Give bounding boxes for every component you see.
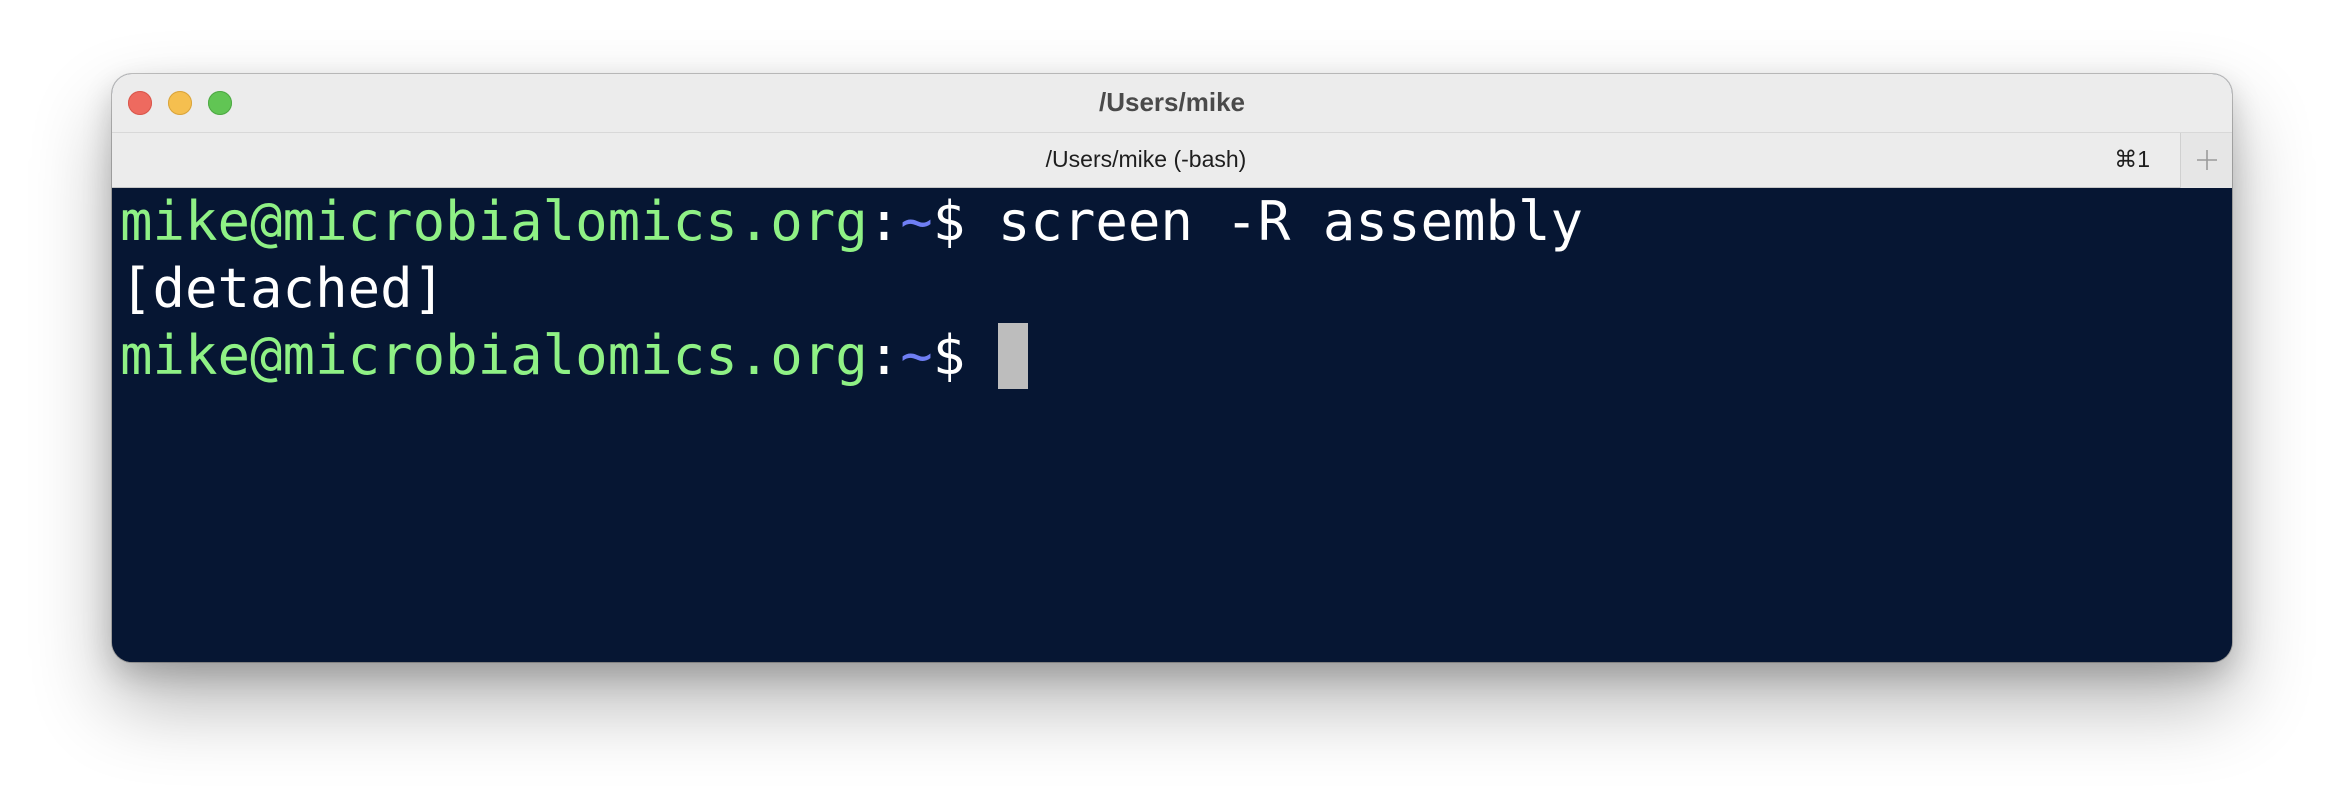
tab-label: /Users/mike (-bash) bbox=[1045, 146, 1247, 172]
terminal-line: mike@microbialomics.org:~$ screen -R ass… bbox=[120, 188, 2224, 255]
command-text: screen -R assembly bbox=[997, 190, 1584, 253]
tab-bash[interactable]: /Users/mike (-bash) ⌘1 bbox=[112, 133, 2180, 188]
terminal-window: /Users/mike /Users/mike (-bash) ⌘1 mike@… bbox=[112, 74, 2232, 662]
plus-icon bbox=[2197, 150, 2217, 170]
prompt-path: ~ bbox=[900, 190, 933, 253]
prompt-path: ~ bbox=[900, 324, 933, 387]
tab-shortcut: ⌘1 bbox=[2114, 146, 2150, 172]
text-cursor bbox=[997, 323, 1028, 389]
prompt-symbol: $ bbox=[932, 324, 998, 387]
terminal-line: [detached] bbox=[120, 255, 2224, 322]
tab-bar: /Users/mike (-bash) ⌘1 bbox=[112, 132, 2232, 188]
prompt-separator: : bbox=[867, 190, 901, 253]
terminal-line: mike@microbialomics.org:~$ bbox=[120, 322, 2224, 389]
prompt-separator: : bbox=[867, 324, 901, 387]
new-tab-button[interactable] bbox=[2180, 133, 2232, 188]
command-output: [detached] bbox=[120, 257, 446, 320]
window-title: /Users/mike bbox=[1099, 87, 1245, 117]
terminal-output[interactable]: mike@microbialomics.org:~$ screen -R ass… bbox=[112, 188, 2232, 662]
desktop: /Users/mike /Users/mike (-bash) ⌘1 mike@… bbox=[0, 0, 2344, 812]
prompt-symbol: $ bbox=[932, 190, 998, 253]
title-bar[interactable]: /Users/mike bbox=[112, 74, 2232, 132]
prompt-user-host: mike@microbialomics.org bbox=[120, 190, 868, 253]
prompt-user-host: mike@microbialomics.org bbox=[120, 324, 868, 387]
